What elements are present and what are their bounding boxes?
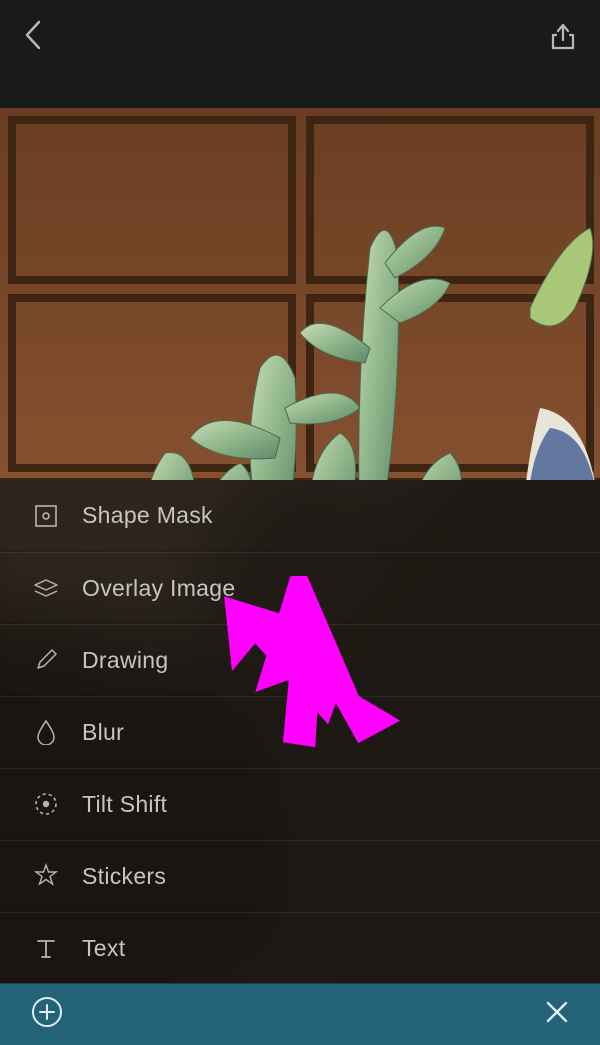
menu-item-label: Text bbox=[82, 935, 125, 962]
menu-item-drawing[interactable]: Drawing bbox=[0, 624, 600, 696]
text-icon bbox=[32, 934, 60, 962]
menu-item-label: Tilt Shift bbox=[82, 791, 167, 818]
bottom-bar bbox=[0, 983, 600, 1045]
menu-item-label: Blur bbox=[82, 719, 124, 746]
menu-item-label: Shape Mask bbox=[82, 502, 213, 529]
menu-item-label: Drawing bbox=[82, 647, 168, 674]
tools-menu: Shape Mask Overlay Image Drawing Blur bbox=[0, 480, 600, 983]
close-button[interactable] bbox=[544, 999, 570, 1030]
menu-item-blur[interactable]: Blur bbox=[0, 696, 600, 768]
overlay-image-icon bbox=[32, 574, 60, 602]
menu-item-text[interactable]: Text bbox=[0, 912, 600, 984]
tilt-shift-icon bbox=[32, 790, 60, 818]
drawing-icon bbox=[32, 646, 60, 674]
blur-icon bbox=[32, 718, 60, 746]
menu-item-tilt-shift[interactable]: Tilt Shift bbox=[0, 768, 600, 840]
menu-item-label: Stickers bbox=[82, 863, 166, 890]
share-button[interactable] bbox=[548, 18, 578, 52]
back-button[interactable] bbox=[22, 18, 42, 52]
shape-mask-icon bbox=[32, 502, 60, 530]
menu-item-overlay-image[interactable]: Overlay Image bbox=[0, 552, 600, 624]
menu-item-label: Overlay Image bbox=[82, 575, 235, 602]
menu-item-stickers[interactable]: Stickers bbox=[0, 840, 600, 912]
add-button[interactable] bbox=[30, 995, 64, 1034]
menu-item-shape-mask[interactable]: Shape Mask bbox=[0, 480, 600, 552]
image-preview bbox=[0, 108, 600, 480]
stickers-icon bbox=[32, 862, 60, 890]
top-bar bbox=[0, 0, 600, 108]
